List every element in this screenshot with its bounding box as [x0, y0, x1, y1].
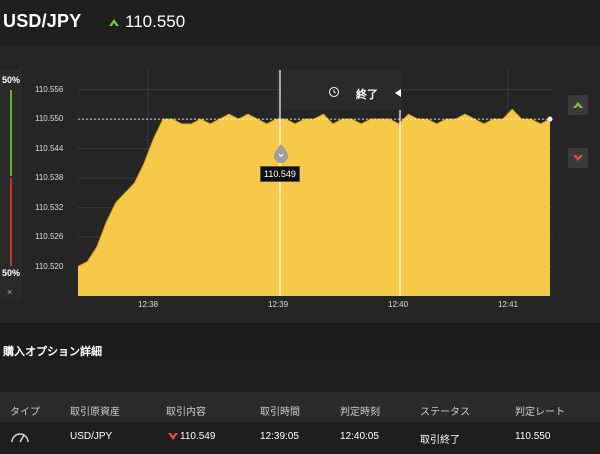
col-status: ステータス — [420, 407, 470, 418]
y-tick-label: 110.526 — [35, 232, 64, 242]
col-judge-time: 判定時刻 — [340, 407, 380, 418]
y-tick-label: 110.538 — [35, 173, 64, 183]
chevron-down-icon — [573, 155, 583, 161]
x-tick-label: 12:41 — [498, 300, 519, 309]
ratio-top-label: 50% — [2, 75, 21, 85]
gauge-icon — [11, 433, 29, 443]
y-tick-label: 110.550 — [35, 114, 64, 124]
currency-pair-title: USD/JPY — [3, 11, 82, 31]
expiry-panel — [282, 70, 402, 110]
section-divider — [0, 366, 600, 392]
close-icon[interactable]: × — [7, 287, 12, 297]
col-trade-time: 取引時間 — [260, 407, 300, 418]
x-tick-label: 12:38 — [138, 300, 159, 309]
history-clock-icon — [329, 87, 339, 97]
x-tick-label: 12:39 — [268, 300, 289, 309]
expiry-label: 終了 — [356, 89, 378, 101]
current-point — [547, 116, 553, 122]
col-trade: 取引内容 — [166, 407, 206, 418]
y-tick-label: 110.520 — [35, 261, 64, 271]
current-rate: 110.550 — [125, 12, 186, 31]
header-bar — [0, 0, 600, 45]
entry-rate-tooltip: 110.549 — [260, 166, 300, 182]
cell-status: 取引終了 — [420, 435, 460, 446]
cell-trade-time: 12:39:05 — [260, 431, 299, 442]
ratio-bar-up — [10, 90, 12, 176]
section-title: 購入オプション詳細 — [3, 346, 102, 358]
cell-judge-rate: 110.550 — [515, 431, 551, 442]
down-arrow-icon — [168, 433, 178, 440]
ratio-bar-down — [10, 178, 12, 266]
y-tick-label: 110.532 — [35, 202, 64, 212]
y-tick-label: 110.556 — [35, 84, 64, 94]
col-judge-rate: 判定レート — [515, 407, 565, 418]
entry-marker-icon — [274, 144, 288, 163]
buy-high-button[interactable] — [568, 95, 588, 115]
cell-asset: USD/JPY — [70, 431, 113, 442]
ratio-bottom-label: 50% — [2, 268, 21, 278]
cell-trade: 110.549 — [180, 431, 216, 442]
price-area — [78, 109, 550, 296]
col-type: タイプ — [10, 407, 40, 418]
y-tick-label: 110.544 — [35, 143, 64, 153]
chevron-up-icon — [573, 102, 583, 108]
col-asset: 取引原資産 — [70, 407, 120, 418]
caret-left-icon — [395, 89, 401, 97]
up-arrow-icon — [109, 19, 119, 26]
x-tick-label: 12:40 — [388, 300, 409, 309]
buy-low-button[interactable] — [568, 148, 588, 168]
cell-judge-time: 12:40:05 — [340, 431, 379, 442]
